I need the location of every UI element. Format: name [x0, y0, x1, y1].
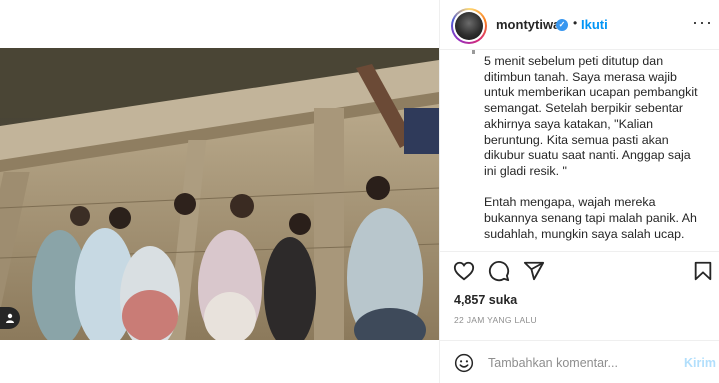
avatar[interactable]: [451, 8, 487, 44]
post-header: montytiwa ✓ • Ikuti ···: [440, 0, 719, 50]
caption-scroll-marker: [472, 50, 475, 54]
bookmark-icon[interactable]: [692, 260, 714, 282]
caption-paragraph: 5 menit sebelum peti ditutup dan ditimbu…: [484, 54, 698, 178]
likes-count[interactable]: 4,857 suka: [454, 293, 517, 307]
comment-input[interactable]: [488, 355, 668, 371]
post-side-panel: montytiwa ✓ • Ikuti ··· 5 menit sebelum …: [439, 0, 719, 383]
post-comment-button[interactable]: Kirim: [684, 356, 716, 370]
username-link[interactable]: montytiwa: [496, 17, 560, 32]
caption-paragraph: Entah mengapa, wajah mereka bukannya sen…: [484, 195, 697, 244]
post-timestamp[interactable]: 22 JAM YANG LALU: [454, 315, 537, 325]
separator-dot: •: [573, 16, 578, 30]
follow-button[interactable]: Ikuti: [581, 17, 608, 32]
share-icon[interactable]: [523, 260, 545, 282]
post-actions-bar: [440, 251, 719, 289]
verified-icon: ✓: [556, 19, 568, 31]
comment-bar: Kirim: [440, 340, 719, 383]
post-photo-art: [0, 48, 439, 340]
post-media-pane: [0, 0, 439, 383]
emoji-icon[interactable]: [454, 353, 474, 373]
comment-icon[interactable]: [488, 260, 510, 282]
user-tag-icon: [6, 313, 14, 323]
more-options-icon[interactable]: ···: [692, 12, 713, 33]
post-photo[interactable]: [0, 48, 439, 340]
heart-icon[interactable]: [453, 260, 475, 282]
post-caption: 5 menit sebelum peti ditutup dan ditimbu…: [484, 54, 704, 244]
